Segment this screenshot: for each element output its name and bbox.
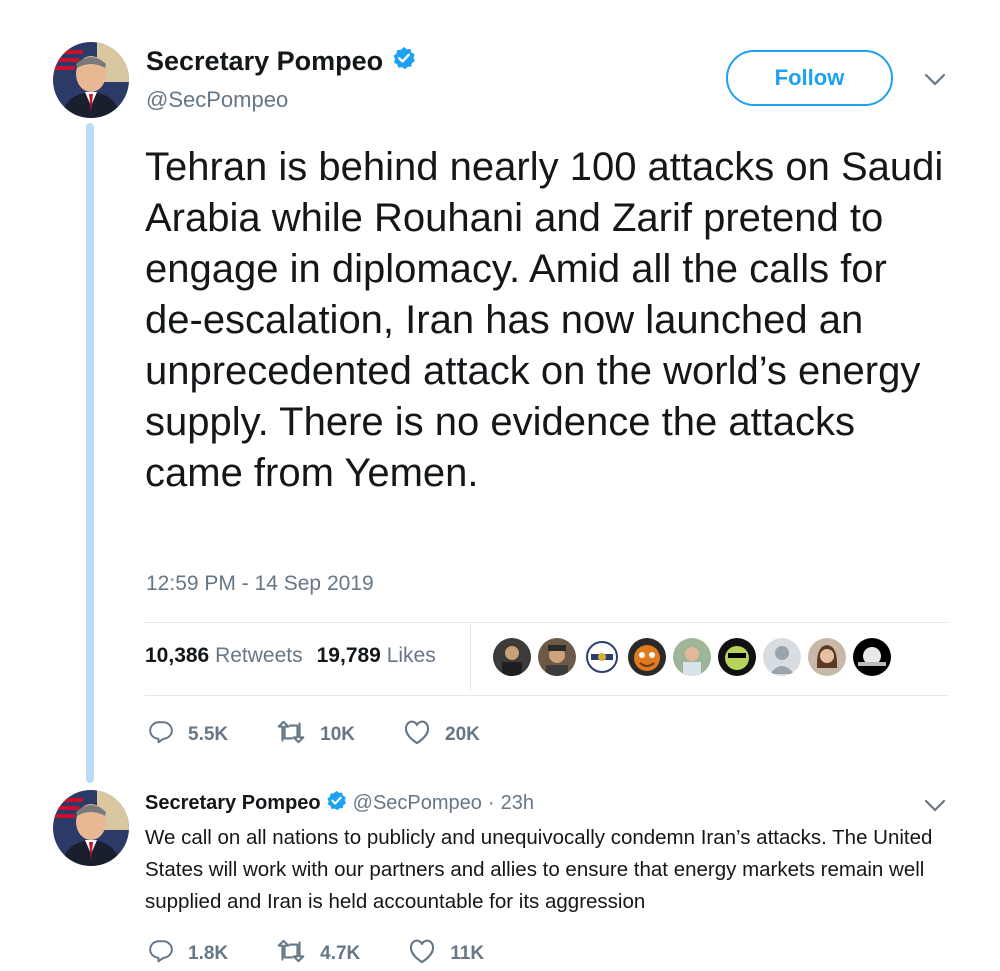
liker-avatar[interactable] [808, 638, 846, 676]
retweet-icon [276, 938, 320, 970]
reply-author-name[interactable]: Secretary Pompeo [145, 792, 321, 815]
tweet-text: Tehran is behind nearly 100 attacks on S… [145, 145, 944, 495]
retweets-count: 10,386 [145, 644, 210, 667]
likes-stat[interactable]: 19,789 Likes [317, 644, 436, 668]
thread-line [86, 123, 94, 783]
reply-action[interactable]: 1.8K [148, 938, 228, 970]
retweet-action[interactable]: 10K [276, 719, 355, 751]
reply-actions: 1.8K 4.7K 11K [148, 938, 532, 970]
time-separator: · [487, 792, 495, 814]
heart-icon [408, 938, 450, 970]
retweets-label: Retweets [215, 644, 303, 667]
likes-count: 19,789 [316, 644, 381, 667]
heart-icon [403, 719, 445, 751]
retweet-action[interactable]: 4.7K [276, 938, 360, 970]
follow-button[interactable]: Follow [726, 50, 893, 106]
reply-count: 1.8K [188, 943, 229, 964]
likers-avatars [493, 638, 891, 676]
reply-time[interactable]: 23h [501, 792, 534, 815]
retweets-stat[interactable]: 10,386 Retweets [145, 644, 303, 668]
liker-avatar[interactable] [763, 638, 801, 676]
retweet-count: 4.7K [320, 943, 361, 964]
verified-badge-icon [392, 46, 416, 77]
like-count: 20K [445, 724, 480, 745]
liker-avatar[interactable] [718, 638, 756, 676]
like-action[interactable]: 20K [403, 719, 480, 751]
reply-action[interactable]: 5.5K [148, 719, 228, 751]
tweet-actions: 5.5K 10K 20K [148, 719, 528, 751]
likes-label: Likes [386, 644, 436, 667]
liker-avatar[interactable] [583, 638, 621, 676]
liker-avatar[interactable] [538, 638, 576, 676]
author-avatar[interactable] [53, 42, 129, 118]
reply-author-handle[interactable]: @SecPompeo [353, 792, 482, 815]
engagement-stats: 10,386 Retweets 19,789 Likes [145, 644, 436, 668]
liker-avatar[interactable] [493, 638, 531, 676]
liker-avatar[interactable] [628, 638, 666, 676]
chevron-down-icon[interactable] [924, 72, 946, 93]
author-name[interactable]: Secretary Pompeo [146, 46, 383, 77]
like-action[interactable]: 11K [408, 938, 484, 970]
verified-badge-icon [326, 790, 347, 817]
author-handle[interactable]: @SecPompeo [146, 87, 288, 113]
retweet-count: 10K [320, 724, 355, 745]
liker-avatar[interactable] [673, 638, 711, 676]
stats-separator [470, 625, 471, 691]
like-count: 11K [450, 943, 485, 964]
divider [145, 695, 948, 696]
reply-text: We call on all nations to publicly and u… [145, 826, 933, 913]
reply-icon [148, 719, 188, 751]
reply-count: 5.5K [188, 724, 229, 745]
reply-author-avatar[interactable] [53, 790, 129, 866]
reply-header: Secretary Pompeo @SecPompeo · 23h [145, 790, 534, 817]
retweet-icon [276, 719, 320, 751]
tweet-timestamp[interactable]: 12:59 PM - 14 Sep 2019 [146, 572, 374, 596]
reply-icon [148, 938, 188, 970]
divider [145, 622, 948, 623]
chevron-down-icon[interactable] [924, 798, 946, 819]
liker-avatar[interactable] [853, 638, 891, 676]
